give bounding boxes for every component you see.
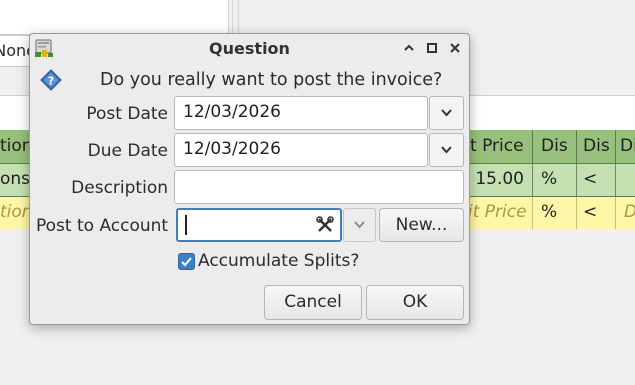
dialog-titlebar[interactable]: Question xyxy=(30,34,469,63)
register-cell[interactable] xyxy=(616,163,635,196)
svg-text:?: ? xyxy=(48,75,54,88)
question-icon: ? xyxy=(40,69,62,91)
checkmark-icon xyxy=(181,257,192,267)
register-cell[interactable]: 15.00 xyxy=(466,163,533,196)
tools-icon[interactable] xyxy=(316,216,334,234)
chevron-down-icon xyxy=(354,221,365,229)
maximize-icon[interactable] xyxy=(424,40,440,56)
cancel-button[interactable]: Cancel xyxy=(264,285,362,320)
chevron-down-icon xyxy=(441,109,452,117)
account-dropdown[interactable] xyxy=(343,208,376,242)
register-header-cell: Di xyxy=(616,130,635,163)
question-text: Do you really want to post the invoice? xyxy=(100,70,443,90)
due-date-dropdown[interactable] xyxy=(429,133,464,167)
text-caret xyxy=(185,215,187,235)
register-header-cell: Dis xyxy=(577,130,616,163)
ok-button[interactable]: OK xyxy=(366,285,464,320)
account-input[interactable] xyxy=(176,208,342,242)
description-input[interactable] xyxy=(174,170,464,204)
minimize-icon[interactable] xyxy=(401,40,417,56)
description-label: Description xyxy=(71,178,168,198)
due-date-input[interactable]: 12/03/2026 xyxy=(174,133,428,167)
register-cell[interactable]: it Price xyxy=(466,196,533,229)
due-date-label: Due Date xyxy=(87,141,168,161)
register-cell[interactable]: < xyxy=(577,196,616,229)
register-cell[interactable]: D xyxy=(616,196,635,229)
post-date-label: Post Date xyxy=(86,104,168,124)
close-icon[interactable] xyxy=(447,40,463,56)
account-label: Post to Account xyxy=(36,216,169,236)
accumulate-splits-checkbox[interactable] xyxy=(178,253,195,270)
register-header-cell: t Price xyxy=(466,130,533,163)
register-cell[interactable]: % xyxy=(533,196,577,229)
post-date-input[interactable]: 12/03/2026 xyxy=(174,96,428,130)
register-cell[interactable]: % xyxy=(533,163,577,196)
chevron-down-icon xyxy=(441,146,452,154)
accumulate-splits-label[interactable]: Accumulate Splits? xyxy=(198,251,359,271)
post-invoice-dialog: Question ? Do you really want to post th… xyxy=(29,33,470,325)
new-account-button[interactable]: New... xyxy=(379,208,464,242)
post-date-dropdown[interactable] xyxy=(429,96,464,130)
background-panel xyxy=(0,0,229,35)
register-cell[interactable]: < xyxy=(577,163,616,196)
register-header-cell: Dis xyxy=(533,130,577,163)
